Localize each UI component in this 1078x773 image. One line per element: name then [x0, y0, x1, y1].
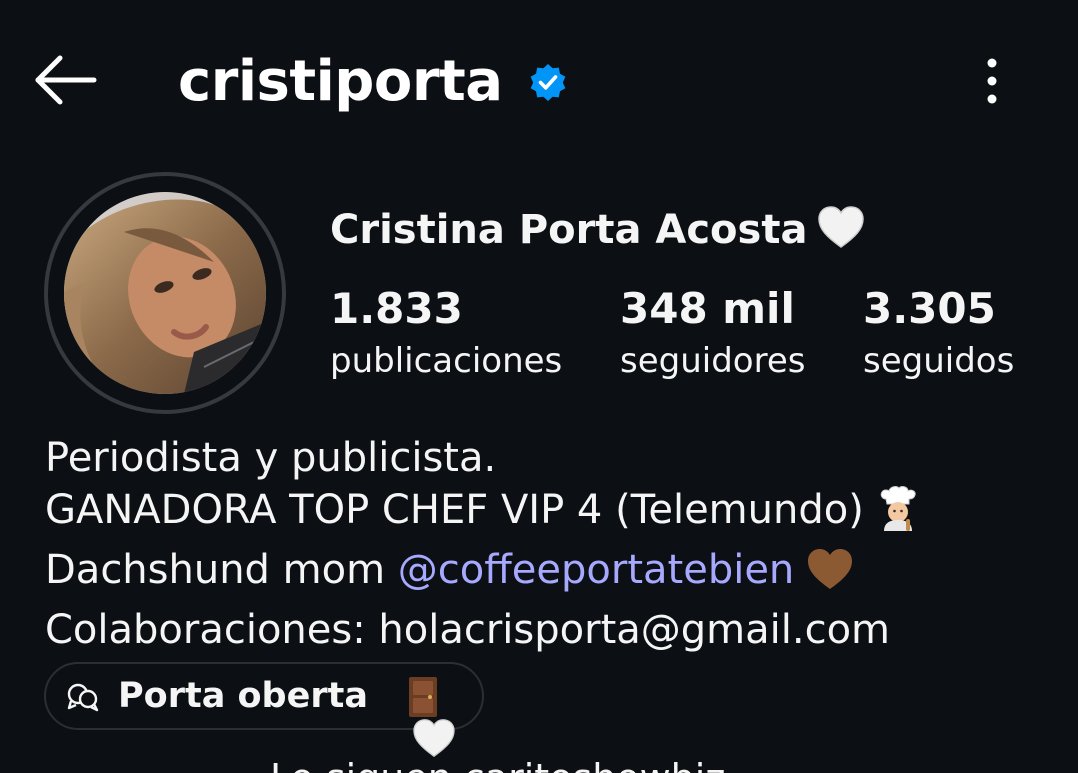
followers-count: 348 mil: [620, 284, 795, 333]
posts-label: publicaciones: [330, 341, 563, 381]
avatar[interactable]: [64, 192, 266, 394]
profile-full-name: Cristina Porta Acosta: [330, 204, 865, 262]
channel-label: Porta oberta: [118, 676, 368, 716]
bio-line-3: Dachshund mom @coffeeportatebien: [45, 544, 1065, 604]
brown-heart-icon: [806, 547, 854, 604]
profile-page: cristiporta Cristina Porta Acosta 1.833 …: [0, 0, 1078, 773]
bio-line-2: GANADORA TOP CHEF VIP 4 (Telemundo): [45, 484, 1065, 544]
broadcast-chat-icon: [67, 683, 99, 712]
bio-line-3-text: Dachshund mom: [45, 547, 398, 593]
more-options-button[interactable]: [970, 55, 1014, 107]
threads-mention-link[interactable]: @coffeeportatebien: [398, 547, 795, 593]
profile-username: cristiporta: [178, 49, 503, 114]
following-count: 3.305: [863, 284, 996, 333]
channel-emojis: [408, 676, 482, 758]
arrow-left-icon: [35, 55, 97, 105]
verified-badge-icon: [530, 64, 566, 101]
cook-emoji-icon: [876, 485, 920, 544]
broadcast-channel-button[interactable]: Porta oberta: [44, 662, 484, 758]
followers-label: seguidores: [620, 341, 806, 381]
following-label: seguidos: [863, 341, 1015, 381]
stat-followers[interactable]: 348 mil seguidores: [620, 283, 805, 387]
stat-following[interactable]: 3.305 seguidos: [863, 283, 1014, 387]
more-vertical-icon: [987, 58, 997, 104]
back-button[interactable]: [30, 50, 100, 110]
profile-bio: Periodista y publicista. GANADORA TOP CH…: [45, 432, 1065, 656]
door-emoji-icon: [409, 677, 437, 717]
white-heart-icon: [817, 205, 865, 262]
bio-line-2-text: GANADORA TOP CHEF VIP 4 (Telemundo): [45, 487, 864, 533]
stat-posts[interactable]: 1.833 publicaciones: [330, 283, 562, 387]
bio-line-1: Periodista y publicista.: [45, 435, 497, 481]
profile-photo: [64, 192, 266, 394]
bio-mention-text: @coffeeportatebien: [397, 547, 795, 593]
full-name-text: Cristina Porta Acosta: [330, 207, 808, 253]
posts-count: 1.833: [330, 284, 463, 333]
followed-by-text[interactable]: Lo siguen caritoshowbiz: [270, 752, 725, 773]
bio-line-4: Colaboraciones: holacrisporta@gmail.com: [45, 607, 890, 653]
